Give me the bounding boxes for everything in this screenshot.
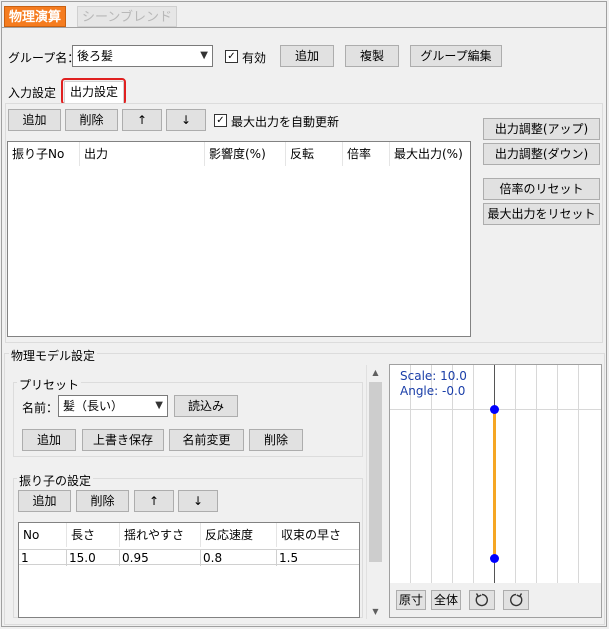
pendulum-root-node[interactable] [490, 405, 499, 414]
output-col-output[interactable]: 出力 [80, 142, 205, 166]
scale-readout: Scale: 10.0 [400, 369, 467, 383]
reset-max-output-button[interactable]: 最大出力をリセット [483, 203, 600, 225]
rotate-ccw-icon [475, 593, 488, 607]
output-add-button[interactable]: 追加 [8, 109, 61, 131]
grid-line [578, 365, 579, 583]
output-adjust-down-button[interactable]: 出力調整(ダウン) [483, 143, 600, 165]
group-select-value: 後ろ髪 [77, 49, 114, 63]
tab-output-settings[interactable]: 出力設定 [64, 81, 124, 103]
preset-load-button[interactable]: 読込み [174, 395, 238, 417]
tab-scene-blend[interactable]: シーンブレンド [77, 6, 177, 27]
scroll-up-arrow-icon[interactable]: ▲ [367, 365, 384, 380]
output-adjust-up-button[interactable]: 出力調整(アップ) [483, 118, 600, 140]
pendulum-cell-reaction[interactable]: 0.8 [201, 550, 277, 566]
tab-physics[interactable]: 物理演算 [4, 6, 67, 27]
output-delete-button[interactable]: 削除 [65, 109, 118, 131]
grid-line [536, 365, 537, 583]
preset-name-label: 名前： [22, 401, 59, 415]
angle-readout: Angle: -0.0 [400, 384, 466, 398]
pendulum-delete-button[interactable]: 削除 [76, 490, 129, 512]
pendulum-col-length[interactable]: 長さ [67, 523, 120, 547]
pendulum-col-no[interactable]: No [19, 523, 67, 547]
rotate-left-button[interactable] [469, 590, 495, 610]
output-col-scale[interactable]: 倍率 [343, 142, 390, 166]
output-move-down-button[interactable]: ↓ [166, 109, 206, 131]
pendulum-rod [493, 410, 496, 558]
group-add-button[interactable]: 追加 [280, 45, 334, 67]
pendulum-table[interactable]: No 長さ 揺れやすさ 反応速度 収束の早さ 1 15.0 0.95 0.8 1… [18, 522, 360, 618]
output-col-no[interactable]: 振り子No [8, 142, 80, 166]
preset-select[interactable]: 髪（長い） ▼ [58, 395, 168, 417]
rotate-cw-icon [510, 593, 523, 607]
output-col-max-output[interactable]: 最大出力(%) [390, 142, 470, 166]
grid-line [557, 365, 558, 583]
preset-add-button[interactable]: 追加 [22, 429, 76, 451]
table-row[interactable]: 1 15.0 0.95 0.8 1.5 [19, 549, 359, 566]
preset-rename-button[interactable]: 名前変更 [169, 429, 244, 451]
preset-title: プリセット [17, 376, 82, 393]
pendulum-add-button[interactable]: 追加 [18, 490, 71, 512]
scroll-down-arrow-icon[interactable]: ▼ [367, 604, 384, 619]
preset-delete-button[interactable]: 削除 [249, 429, 303, 451]
output-col-influence[interactable]: 影響度(%) [205, 142, 286, 166]
model-scrollbar[interactable]: ▲ ▼ [366, 365, 383, 619]
enabled-label: 有効 [242, 51, 267, 65]
rotate-right-button[interactable] [503, 590, 529, 610]
preset-overwrite-button[interactable]: 上書き保存 [82, 429, 164, 451]
grid-line [473, 365, 474, 583]
pendulum-cell-length[interactable]: 15.0 [67, 550, 120, 566]
group-edit-button[interactable]: グループ編集 [410, 45, 502, 67]
fit-all-button[interactable]: 全体 [431, 590, 461, 610]
group-name-label: グループ名： [8, 51, 80, 65]
preset-select-value: 髪（長い） [63, 399, 124, 413]
auto-update-max-checkbox[interactable]: ✓ [214, 114, 227, 127]
physics-model-title: 物理モデル設定 [9, 347, 98, 364]
auto-update-max-label: 最大出力を自動更新 [231, 115, 340, 129]
tab-input-settings[interactable]: 入力設定 [8, 84, 56, 102]
actual-size-button[interactable]: 原寸 [396, 590, 426, 610]
output-col-invert[interactable]: 反転 [286, 142, 343, 166]
pendulum-cell-no[interactable]: 1 [19, 550, 67, 566]
pendulum-move-up-button[interactable]: ↑ [134, 490, 174, 512]
output-move-up-button[interactable]: ↑ [122, 109, 162, 131]
pendulum-col-convergence[interactable]: 収束の早さ [277, 523, 359, 547]
reset-scale-button[interactable]: 倍率のリセット [483, 178, 600, 200]
pendulum-move-down-button[interactable]: ↓ [178, 490, 218, 512]
pendulum-col-reaction[interactable]: 反応速度 [201, 523, 277, 547]
chevron-down-icon: ▼ [155, 400, 163, 411]
grid-line [515, 365, 516, 583]
output-table[interactable]: 振り子No 出力 影響度(%) 反転 倍率 最大出力(%) [7, 141, 471, 337]
pendulum-tip-node[interactable] [490, 554, 499, 563]
enabled-checkbox[interactable]: ✓ [225, 50, 238, 63]
scrollbar-thumb[interactable] [369, 382, 382, 562]
group-select[interactable]: 後ろ髪 ▼ [72, 45, 213, 67]
pendulum-col-sway[interactable]: 揺れやすさ [120, 523, 201, 547]
tab-divider [2, 27, 606, 28]
pendulum-preview[interactable]: Scale: 10.0 Angle: -0.0 原寸 全体 [389, 364, 602, 618]
pendulum-cell-convergence[interactable]: 1.5 [277, 550, 359, 566]
group-duplicate-button[interactable]: 複製 [345, 45, 399, 67]
pendulum-cell-sway[interactable]: 0.95 [120, 550, 201, 566]
chevron-down-icon: ▼ [200, 50, 208, 61]
pendulum-title: 振り子の設定 [17, 472, 94, 489]
